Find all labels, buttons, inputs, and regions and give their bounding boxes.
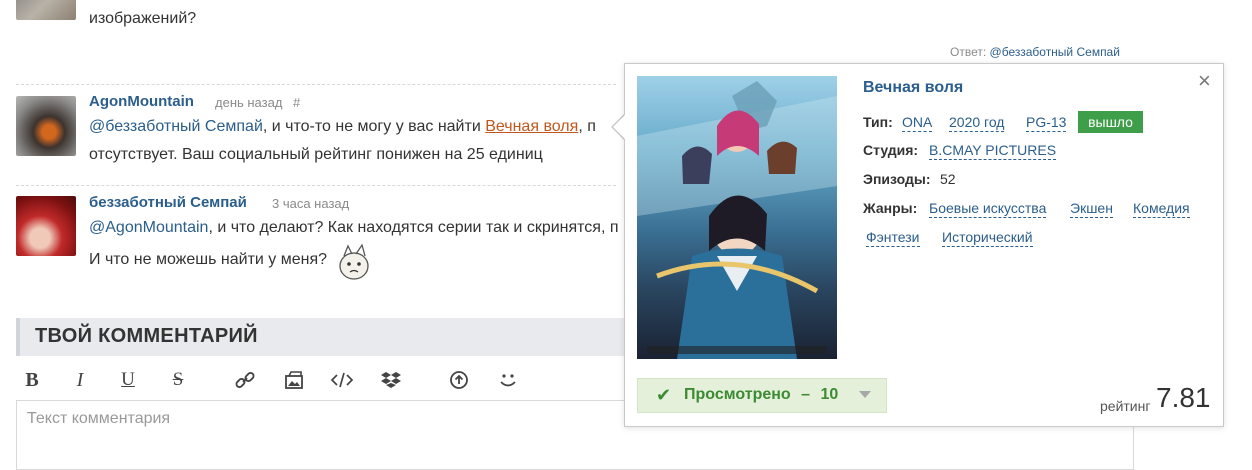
year-value[interactable]: 2020 год xyxy=(949,114,1005,132)
poster-art xyxy=(637,81,837,359)
comment-author[interactable]: AgonMountain xyxy=(89,93,194,110)
dropbox-icon[interactable] xyxy=(378,367,404,393)
comment-author[interactable]: беззаботный Семпай xyxy=(89,194,247,211)
underline-icon[interactable]: U xyxy=(115,367,141,393)
italic-icon[interactable]: I xyxy=(67,367,93,393)
bold-icon[interactable]: B xyxy=(19,367,45,393)
comment-text: изображений? xyxy=(89,10,197,27)
comment-text: @AgonMountain, и что делают? Как находят… xyxy=(89,219,619,236)
type-label: Тип: xyxy=(863,114,893,130)
mention-link[interactable]: @AgonMountain xyxy=(89,219,208,236)
check-icon: ✔ xyxy=(656,385,672,405)
comment-text-line2: отсутствует. Ваш социальный рейтинг пони… xyxy=(89,146,543,163)
permalink-hash[interactable]: # xyxy=(293,95,300,110)
smile-icon[interactable] xyxy=(495,367,521,393)
comment-placeholder: Текст комментария xyxy=(27,410,171,427)
genres-label: Жанры: xyxy=(863,200,918,216)
rating-value: 7.81 xyxy=(1156,382,1211,413)
anime-link[interactable]: Вечная воля xyxy=(485,118,578,135)
genre-link[interactable]: Фэнтези xyxy=(866,229,920,247)
strike-icon[interactable]: S xyxy=(165,367,191,393)
close-icon[interactable]: × xyxy=(1198,70,1211,92)
genre-link[interactable]: Исторический xyxy=(942,229,1033,247)
genre-link[interactable]: Комедия xyxy=(1133,200,1190,218)
status-badge: вышло xyxy=(1078,111,1143,133)
emoticon-icon xyxy=(339,243,369,280)
link-icon[interactable] xyxy=(232,367,258,393)
popup-arrow-inner xyxy=(613,114,626,140)
watched-count: 10 xyxy=(820,386,839,403)
divider xyxy=(16,84,616,85)
anime-title[interactable]: Вечная воля xyxy=(863,79,963,97)
code-icon[interactable] xyxy=(329,367,355,393)
episodes-label: Эпизоды: xyxy=(863,171,931,187)
avatar[interactable] xyxy=(16,96,76,156)
reply-to-link[interactable]: @беззаботный Семпай xyxy=(990,45,1120,59)
age-rating-value[interactable]: PG-13 xyxy=(1026,114,1067,132)
studio-value[interactable]: B.CMAY PICTURES xyxy=(929,142,1057,160)
comment-text-line2: И что не можешь найти у меня? xyxy=(89,251,328,268)
comment-time: 3 часа назад xyxy=(272,196,350,211)
avatar[interactable] xyxy=(16,196,76,256)
reply-info: Ответ: @беззаботный Семпай xyxy=(950,45,1120,59)
watched-label: Просмотрено – 10 xyxy=(684,386,839,403)
type-value[interactable]: ONA xyxy=(902,114,933,132)
comment-form-title: ТВОЙ КОММЕНТАРИЙ xyxy=(35,325,258,347)
reply-prefix: Ответ: xyxy=(950,45,987,59)
chevron-down-icon[interactable] xyxy=(859,391,871,398)
comment-time: день назад xyxy=(215,95,283,110)
rating-label: рейтинг xyxy=(1100,398,1151,414)
studio-label: Студия: xyxy=(863,142,919,158)
image-icon[interactable] xyxy=(281,367,307,393)
mention-link[interactable]: @беззаботный Семпай xyxy=(89,118,263,135)
episodes-value: 52 xyxy=(940,171,956,187)
genre-link[interactable]: Экшен xyxy=(1070,200,1113,218)
genre-link[interactable]: Боевые искусства xyxy=(929,200,1047,218)
divider xyxy=(16,185,616,186)
avatar[interactable] xyxy=(16,0,76,20)
anime-poster[interactable] xyxy=(637,76,837,359)
upload-icon[interactable] xyxy=(446,367,472,393)
comment-text: @беззаботный Семпай, и что-то не могу у … xyxy=(89,118,596,135)
